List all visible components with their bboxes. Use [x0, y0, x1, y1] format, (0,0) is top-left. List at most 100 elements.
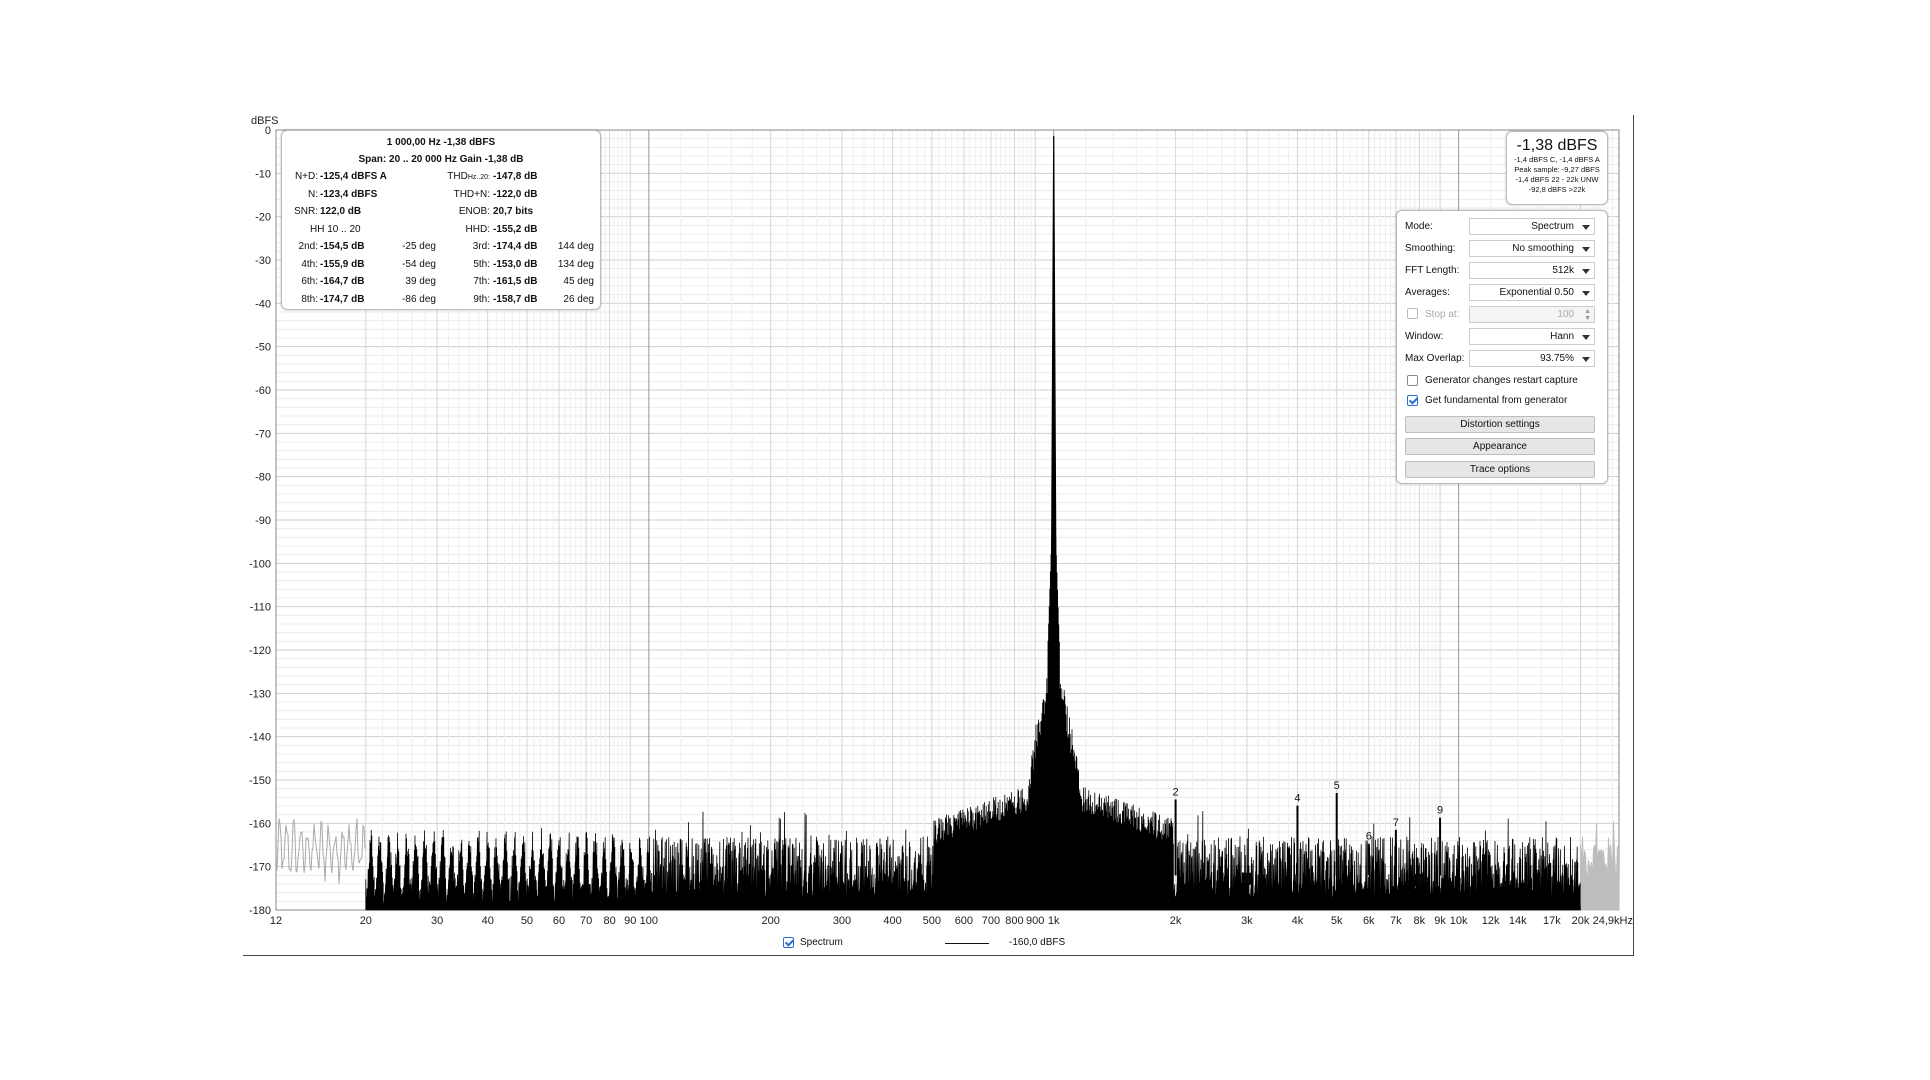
mode-row: Mode: Spectrum: [1405, 218, 1601, 236]
stats-label: 6th:: [301, 276, 318, 287]
stats-label: N+D:: [294, 171, 318, 182]
spectrum-controls-panel: Mode: Spectrum Smoothing: No smoothing F…: [1396, 210, 1608, 484]
y-tick-label: -80: [255, 472, 271, 484]
x-tick-label: 30: [431, 915, 443, 927]
chevron-down-icon: [1582, 247, 1590, 252]
legend-line-swatch: [945, 943, 989, 944]
x-tick-label: 900: [1026, 915, 1044, 927]
mode-value: Spectrum: [1531, 221, 1574, 232]
overlap-select[interactable]: 93.75%: [1469, 350, 1595, 367]
y-tick-label: -170: [249, 862, 271, 874]
stats-label: 8th:: [301, 293, 318, 305]
stats-label: 3rd:: [472, 241, 490, 252]
averages-row: Averages: Exponential 0.50: [1405, 284, 1601, 302]
x-tick-label: 24,9kHz: [1593, 915, 1633, 927]
x-tick-label: 10k: [1450, 915, 1468, 927]
x-tick-label: 500: [923, 915, 941, 927]
x-tick-label: 3k: [1241, 915, 1253, 927]
x-tick-label: 40: [482, 915, 494, 927]
y-tick-label: -90: [255, 515, 271, 527]
generator-restart-checkbox[interactable]: [1407, 375, 1418, 386]
fundamental-from-generator-row[interactable]: Get fundamental from generator: [1405, 393, 1601, 411]
generator-restart-row[interactable]: Generator changes restart capture: [1405, 373, 1601, 391]
window-select[interactable]: Hann: [1469, 328, 1595, 345]
x-tick-label: 7k: [1390, 915, 1402, 927]
stats-value: 20,7 bits: [493, 206, 534, 217]
y-tick-label: -10: [255, 168, 271, 180]
stats-label: 7th:: [473, 276, 490, 287]
legend: Spectrum -160,0 dBFS: [783, 936, 1083, 952]
harmonic-label: 5: [1334, 780, 1340, 792]
distortion-settings-button[interactable]: Distortion settings: [1405, 416, 1595, 433]
distortion-stats-panel: 1 000,00 Hz -1,38 dBFS Span: 20 .. 20 00…: [281, 130, 601, 310]
stats-phase: 144 deg: [557, 241, 594, 252]
x-tick-label: 17k: [1543, 915, 1561, 927]
stop-at-stepper[interactable]: 100 ▲ ▼: [1469, 306, 1595, 323]
trace-options-button[interactable]: Trace options: [1405, 461, 1595, 478]
stop-at-value: 100: [1557, 309, 1574, 320]
smoothing-select[interactable]: No smoothing: [1469, 240, 1595, 257]
harmonic-label: 2: [1173, 787, 1179, 799]
stats-value: -123,4 dBFS: [320, 188, 378, 200]
y-tick-label: -130: [249, 688, 271, 700]
averages-value: Exponential 0.50: [1499, 287, 1574, 298]
out-of-band-trace: [275, 818, 366, 884]
stats-label-text: THD: [447, 171, 468, 182]
x-tick-label: 1k: [1048, 915, 1060, 927]
y-tick-label: -140: [249, 732, 271, 744]
x-tick-label: 800: [1005, 915, 1023, 927]
x-tick-label: 300: [833, 915, 851, 927]
fundamental-from-generator-checkbox[interactable]: [1407, 395, 1418, 406]
x-tick-label: 5k: [1331, 915, 1343, 927]
window-row: Window: Hann: [1405, 328, 1601, 346]
x-tick-label: 20: [360, 915, 372, 927]
stats-label: HH 10 .. 20: [310, 223, 361, 235]
x-tick-label: 60: [553, 915, 565, 927]
harmonic-label: 3: [1244, 874, 1250, 886]
level-main-value: -1,38 dBFS: [1516, 137, 1598, 154]
x-tick-label: 700: [982, 915, 1000, 927]
spectrum-trace: [365, 484, 1581, 911]
level-line: -1,4 dBFS 22 - 22k UNW: [1515, 175, 1599, 184]
span-gain-readout: Span: 20 .. 20 000 Hz Gain -1,38 dB: [358, 154, 524, 165]
fft-length-select[interactable]: 512k: [1469, 262, 1595, 279]
overlap-label: Max Overlap:: [1405, 353, 1465, 364]
appearance-button[interactable]: Appearance: [1405, 438, 1595, 455]
stats-row: HH 10 .. 20 HHD: -155,2 dB: [282, 224, 600, 241]
y-tick-label: -30: [255, 255, 271, 267]
mode-select[interactable]: Spectrum: [1469, 218, 1595, 235]
x-tick-label: 14k: [1509, 915, 1527, 927]
x-tick-label: 100: [640, 915, 658, 927]
x-tick-label: 50: [521, 915, 533, 927]
fundamental-peak: [1050, 135, 1058, 738]
y-tick-label: -150: [249, 775, 271, 787]
averages-select[interactable]: Exponential 0.50: [1469, 284, 1595, 301]
stats-label: HHD:: [465, 223, 490, 235]
fft-length-value: 512k: [1552, 265, 1574, 276]
y-tick-label: -50: [255, 342, 271, 354]
stats-row: SNR: 122,0 dB ENOB: 20,7 bits: [282, 206, 600, 223]
x-tick-label: 600: [955, 915, 973, 927]
stop-at-checkbox[interactable]: [1407, 308, 1418, 319]
chevron-down-icon: [1582, 291, 1590, 296]
y-tick-label: -70: [255, 428, 271, 440]
harmonic-label: 4: [1294, 793, 1300, 805]
fundamental-from-generator-label: Get fundamental from generator: [1425, 395, 1568, 406]
out-of-band-trace: [1579, 821, 1620, 911]
y-tick-label: -110: [250, 602, 271, 614]
stats-phase: -86 deg: [402, 293, 436, 305]
stats-label: N:: [308, 188, 318, 200]
y-tick-label: 0: [265, 125, 271, 137]
smoothing-row: Smoothing: No smoothing: [1405, 240, 1601, 258]
stats-label: SNR:: [294, 206, 318, 217]
stop-at-row: Stop at: 100 ▲ ▼: [1405, 306, 1601, 324]
y-tick-label: -60: [255, 385, 271, 397]
level-line: -92,8 dBFS >22k: [1528, 185, 1586, 194]
stats-label: THDHz..20:: [432, 171, 490, 182]
stats-value: -147,8 dB: [493, 171, 538, 182]
x-tick-label: 20k: [1572, 915, 1590, 927]
x-tick-label: 4k: [1292, 915, 1304, 927]
harmonic-label: 6: [1366, 831, 1372, 843]
spectrum-visible-checkbox[interactable]: [783, 937, 794, 948]
x-tick-label: 80: [603, 915, 615, 927]
